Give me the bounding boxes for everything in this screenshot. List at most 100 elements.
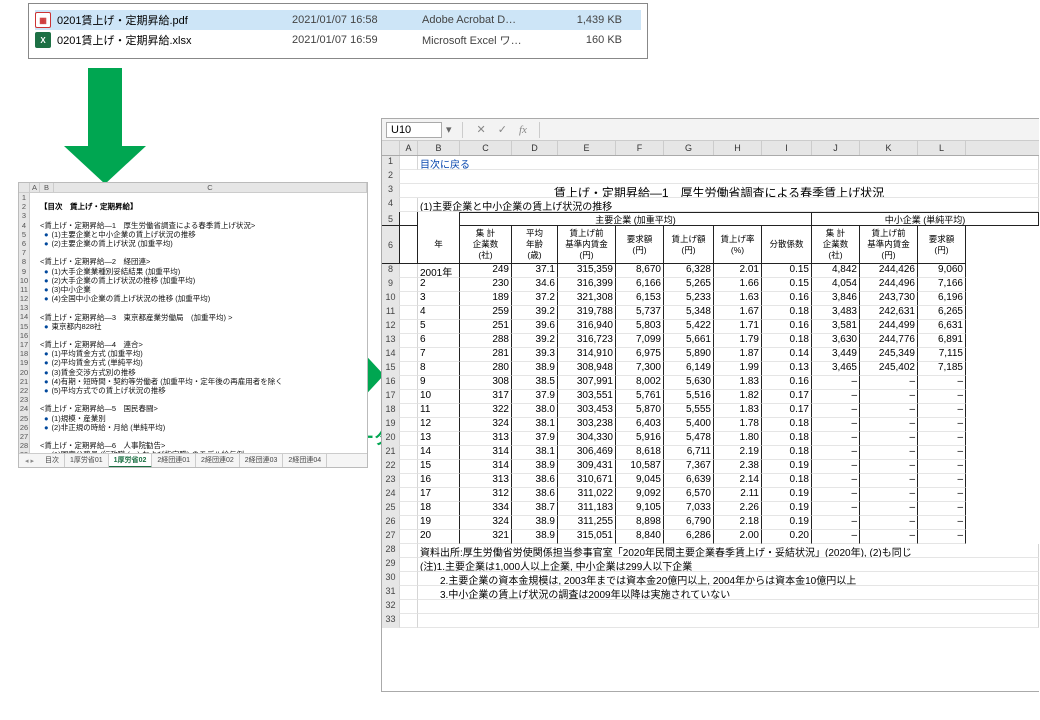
data-cell[interactable]: 5,630 bbox=[664, 376, 714, 390]
row-header[interactable]: 16 bbox=[19, 331, 30, 340]
confirm-icon[interactable]: ✓ bbox=[498, 123, 507, 136]
data-cell[interactable]: 304,330 bbox=[558, 432, 616, 446]
data-cell[interactable]: – bbox=[812, 404, 860, 418]
data-cell[interactable]: 6,403 bbox=[616, 418, 664, 432]
data-cell[interactable]: 316,399 bbox=[558, 278, 616, 292]
data-cell[interactable]: 18 bbox=[418, 502, 460, 516]
data-cell[interactable]: 5,737 bbox=[616, 306, 664, 320]
data-cell[interactable]: 1.78 bbox=[714, 418, 762, 432]
toc-row[interactable]: 22●(5)平均方式での賃上げ状況の推移 bbox=[19, 386, 367, 395]
row-header[interactable]: 16 bbox=[382, 376, 400, 390]
sheet-tab[interactable]: 2経団連02 bbox=[196, 454, 240, 468]
data-cell[interactable]: 1.66 bbox=[714, 278, 762, 292]
toc-row[interactable]: 15●東京都内828社 bbox=[19, 322, 367, 331]
data-cell[interactable]: 38.6 bbox=[512, 488, 558, 502]
data-cell[interactable]: 1.99 bbox=[714, 362, 762, 376]
col-header[interactable]: C bbox=[460, 141, 512, 155]
data-cell[interactable]: 6,891 bbox=[918, 334, 966, 348]
data-cell[interactable]: 38.9 bbox=[512, 362, 558, 376]
data-cell[interactable]: – bbox=[918, 516, 966, 530]
data-cell[interactable]: 8,840 bbox=[616, 530, 664, 544]
data-cell[interactable]: – bbox=[918, 404, 966, 418]
data-cell[interactable]: 0.16 bbox=[762, 320, 812, 334]
row-header[interactable]: 30 bbox=[382, 572, 400, 586]
row-header[interactable]: 15 bbox=[19, 322, 30, 331]
data-cell[interactable]: – bbox=[918, 530, 966, 544]
data-cell[interactable]: 244,499 bbox=[860, 320, 918, 334]
row-header[interactable]: 31 bbox=[382, 586, 400, 600]
toc-row[interactable]: 6●(2)主要企業の賃上げ状況 (加重平均) bbox=[19, 239, 367, 248]
data-cell[interactable]: 17 bbox=[418, 488, 460, 502]
data-cell[interactable]: 39.2 bbox=[512, 306, 558, 320]
data-cell[interactable]: 3,630 bbox=[812, 334, 860, 348]
data-cell[interactable]: 38.5 bbox=[512, 376, 558, 390]
row-header[interactable]: 21 bbox=[19, 377, 30, 386]
data-cell[interactable]: – bbox=[812, 502, 860, 516]
data-cell[interactable]: 39.3 bbox=[512, 348, 558, 362]
data-cell[interactable]: 249 bbox=[460, 264, 512, 278]
name-box[interactable]: U10 bbox=[386, 122, 442, 138]
data-cell[interactable]: 0.14 bbox=[762, 348, 812, 362]
data-cell[interactable]: 1.71 bbox=[714, 320, 762, 334]
cancel-icon[interactable]: ✕ bbox=[477, 123, 486, 136]
data-cell[interactable]: – bbox=[918, 446, 966, 460]
name-box-dropdown-icon[interactable]: ▾ bbox=[446, 123, 452, 136]
toc-row[interactable]: 26●(2)非正規の時給・月給 (単純平均) bbox=[19, 423, 367, 432]
data-cell[interactable]: 38.7 bbox=[512, 502, 558, 516]
col-header[interactable]: L bbox=[918, 141, 966, 155]
data-cell[interactable]: 1.83 bbox=[714, 376, 762, 390]
data-cell[interactable]: 5,803 bbox=[616, 320, 664, 334]
data-cell[interactable]: 0.16 bbox=[762, 292, 812, 306]
data-cell[interactable]: 311,255 bbox=[558, 516, 616, 530]
data-cell[interactable]: 0.15 bbox=[762, 264, 812, 278]
col-header[interactable]: B bbox=[40, 183, 54, 192]
data-cell[interactable]: 39.6 bbox=[512, 320, 558, 334]
data-cell[interactable]: 9,105 bbox=[616, 502, 664, 516]
data-cell[interactable]: 310,671 bbox=[558, 474, 616, 488]
col-header[interactable]: E bbox=[558, 141, 616, 155]
row-header[interactable]: 22 bbox=[19, 386, 30, 395]
row-header[interactable]: 4 bbox=[382, 198, 400, 212]
row-header[interactable]: 9 bbox=[382, 278, 400, 292]
data-cell[interactable]: 324 bbox=[460, 418, 512, 432]
col-header[interactable]: G bbox=[664, 141, 714, 155]
data-cell[interactable]: 6,166 bbox=[616, 278, 664, 292]
data-cell[interactable]: 6,153 bbox=[616, 292, 664, 306]
data-cell[interactable]: – bbox=[918, 418, 966, 432]
data-cell[interactable]: 314 bbox=[460, 446, 512, 460]
data-cell[interactable]: 6 bbox=[418, 334, 460, 348]
data-cell[interactable]: 5,555 bbox=[664, 404, 714, 418]
col-header[interactable]: F bbox=[616, 141, 664, 155]
data-cell[interactable]: 0.16 bbox=[762, 376, 812, 390]
data-cell[interactable]: 324 bbox=[460, 516, 512, 530]
data-cell[interactable]: 9,060 bbox=[918, 264, 966, 278]
data-cell[interactable]: 0.19 bbox=[762, 516, 812, 530]
data-cell[interactable]: 1.63 bbox=[714, 292, 762, 306]
data-cell[interactable]: 7,185 bbox=[918, 362, 966, 376]
data-cell[interactable]: – bbox=[812, 390, 860, 404]
data-cell[interactable]: 6,196 bbox=[918, 292, 966, 306]
data-cell[interactable]: 6,149 bbox=[664, 362, 714, 376]
row-header[interactable]: 15 bbox=[382, 362, 400, 376]
data-cell[interactable]: 303,453 bbox=[558, 404, 616, 418]
data-cell[interactable]: – bbox=[812, 460, 860, 474]
data-cell[interactable]: 308,948 bbox=[558, 362, 616, 376]
row-header[interactable]: 22 bbox=[382, 460, 400, 474]
data-cell[interactable]: 0.13 bbox=[762, 362, 812, 376]
row-header[interactable]: 32 bbox=[382, 600, 400, 614]
row-header[interactable]: 19 bbox=[19, 358, 30, 367]
data-cell[interactable]: 9 bbox=[418, 376, 460, 390]
data-cell[interactable]: 16 bbox=[418, 474, 460, 488]
data-cell[interactable]: – bbox=[812, 474, 860, 488]
col-header[interactable]: J bbox=[812, 141, 860, 155]
data-cell[interactable]: 311,183 bbox=[558, 502, 616, 516]
data-cell[interactable]: – bbox=[918, 474, 966, 488]
data-cell[interactable]: 0.15 bbox=[762, 278, 812, 292]
data-cell[interactable]: 6,286 bbox=[664, 530, 714, 544]
data-cell[interactable]: – bbox=[918, 460, 966, 474]
data-cell[interactable]: – bbox=[860, 460, 918, 474]
data-cell[interactable]: – bbox=[812, 432, 860, 446]
col-header[interactable]: K bbox=[860, 141, 918, 155]
data-cell[interactable]: 322 bbox=[460, 404, 512, 418]
data-cell[interactable]: 5,478 bbox=[664, 432, 714, 446]
